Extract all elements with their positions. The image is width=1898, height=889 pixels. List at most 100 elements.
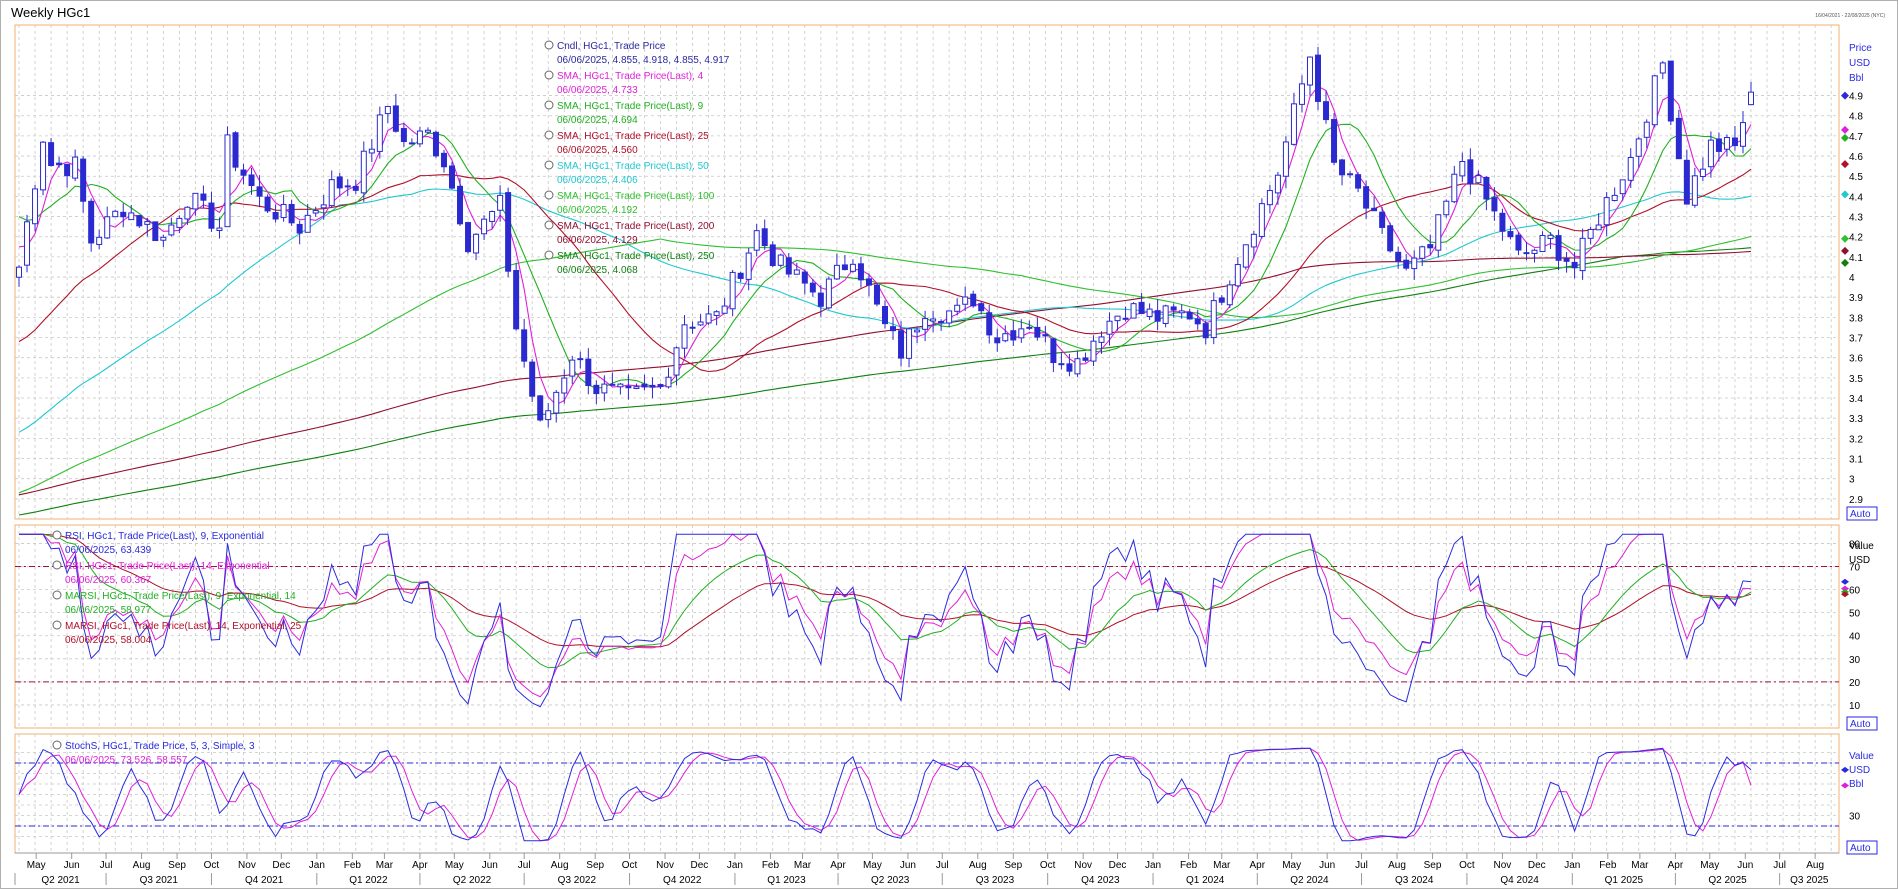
candle-body xyxy=(978,303,985,312)
candle-body xyxy=(1355,174,1362,189)
candle-body xyxy=(753,230,760,251)
month-label: May xyxy=(27,860,46,871)
candle-body xyxy=(1074,358,1081,375)
candle-body xyxy=(1274,174,1281,194)
price-legend-value: 06/06/2025, 4.406 xyxy=(557,175,638,186)
candle-body xyxy=(1242,244,1249,268)
candle-body xyxy=(328,179,335,207)
price-tick-label: 4.3 xyxy=(1849,213,1863,224)
price-tick-label: 3.6 xyxy=(1849,354,1863,365)
price-legend-name: SMA, HGc1, Trade Price(Last), 4 xyxy=(557,71,704,82)
price-legend-name: SMA, HGc1, Trade Price(Last), 25 xyxy=(557,131,709,142)
quarter-label: Q3 2023 xyxy=(976,875,1015,886)
candle-body xyxy=(1731,137,1738,147)
candle-body xyxy=(1371,207,1378,212)
candle-body xyxy=(1186,311,1193,320)
candle-body xyxy=(906,328,913,359)
quarter-label: Q3 2024 xyxy=(1395,875,1434,886)
candle-body xyxy=(344,185,351,188)
candle-body xyxy=(1298,83,1305,105)
month-label: Jul xyxy=(518,860,531,871)
month-label: Feb xyxy=(1180,860,1198,871)
candle-body xyxy=(1475,175,1482,184)
candle-body xyxy=(272,212,279,220)
candle-body xyxy=(64,163,71,177)
candle-body xyxy=(1667,60,1674,122)
candle-body xyxy=(601,383,608,394)
candle-body xyxy=(769,244,776,267)
candle-body xyxy=(465,222,472,253)
candle-body xyxy=(633,386,640,389)
candle-body xyxy=(352,185,359,191)
chart-canvas[interactable]: 2.9 3 3.1 3.2 3.3 3.4 3.5 3.6 3.7 3.8 3.9 4 4.1 4.2 4.… xyxy=(1,1,1897,888)
candle-body xyxy=(857,263,864,281)
legend-icon xyxy=(544,190,554,200)
candle-body xyxy=(1547,234,1554,240)
price-legend-name: SMA, HGc1, Trade Price(Last), 50 xyxy=(557,161,709,172)
candle-body xyxy=(809,282,816,293)
candle-body xyxy=(1170,306,1177,311)
candle-body xyxy=(849,263,856,272)
rsi-legend-value: 06/06/2025, 63.439 xyxy=(65,545,152,556)
candle-body xyxy=(922,318,929,330)
candle-body xyxy=(1202,323,1209,339)
price-tick-label: 3.3 xyxy=(1849,414,1863,425)
rsi-legend-name: MARSI, HGc1, Trade Price(Last), 9, Expon… xyxy=(65,591,296,602)
candle-body xyxy=(873,284,880,305)
price-tick-label: 3.4 xyxy=(1849,394,1863,405)
candle-body xyxy=(1748,91,1754,106)
month-label: Aug xyxy=(1388,860,1406,871)
candle-body xyxy=(954,304,961,312)
candle-body xyxy=(1042,334,1049,337)
candle-body xyxy=(16,266,22,278)
auto-scale-label: Auto xyxy=(1850,509,1871,520)
price-tick-label: 3.2 xyxy=(1849,434,1863,445)
legend-icon xyxy=(544,220,554,230)
candle-body xyxy=(713,311,720,316)
price-tick-label: 4.6 xyxy=(1849,152,1863,163)
legend-icon xyxy=(52,620,62,630)
rsi-legend-name: RSI, HGc1, Trade Price(Last), 14, Expone… xyxy=(65,561,270,572)
candle-body xyxy=(1218,297,1225,303)
price-marker xyxy=(1841,234,1849,243)
candle-body xyxy=(513,270,520,330)
x-axis: May Jun Jul Aug Sep Oct Nov Dec Jan Feb Mar Apr May J… xyxy=(14,852,1839,886)
candle-body xyxy=(1507,231,1514,238)
month-label: Feb xyxy=(762,860,780,871)
candle-body xyxy=(1659,62,1666,74)
legend-icon xyxy=(544,160,554,170)
rsi-tick-label: 50 xyxy=(1849,609,1861,620)
legend-icon xyxy=(544,40,554,50)
candle-body xyxy=(1627,156,1634,181)
candle-body xyxy=(1435,214,1442,251)
candle-body xyxy=(609,383,616,386)
month-label: Sep xyxy=(1424,860,1442,871)
quarter-label: Q4 2021 xyxy=(245,875,284,886)
rsi-legend-value: 06/06/2025, 58.977 xyxy=(65,605,152,616)
price-marker xyxy=(1841,91,1849,100)
rsi-legend-name: MARSI, HGc1, Trade Price(Last), 14, Expo… xyxy=(65,621,302,632)
candle-body xyxy=(1635,138,1642,157)
price-tick-label: 4.1 xyxy=(1849,253,1863,264)
candle-body xyxy=(553,391,560,414)
candle-body xyxy=(1499,212,1506,232)
month-label: Mar xyxy=(794,860,812,871)
chart-window: Weekly HGc1 16/04/2021 - 22/08/2025 (NYC… xyxy=(0,0,1898,889)
month-label: Apr xyxy=(412,860,428,871)
legend-icon xyxy=(544,70,554,80)
candle-body xyxy=(256,186,263,197)
candle-body xyxy=(1250,233,1257,248)
candle-body xyxy=(481,218,488,235)
month-label: Aug xyxy=(551,860,569,871)
candle-body xyxy=(898,330,905,359)
month-label: Dec xyxy=(1528,860,1546,871)
candle-body xyxy=(1723,137,1730,150)
candle-body xyxy=(336,176,343,189)
month-label: Dec xyxy=(1109,860,1127,871)
candle-body xyxy=(625,385,632,389)
price-tick-label: 4.9 xyxy=(1849,92,1863,103)
candle-body xyxy=(1515,234,1522,251)
month-label: Oct xyxy=(1459,860,1475,871)
quarter-label: Q3 2021 xyxy=(140,875,179,886)
candle-body xyxy=(930,318,937,322)
